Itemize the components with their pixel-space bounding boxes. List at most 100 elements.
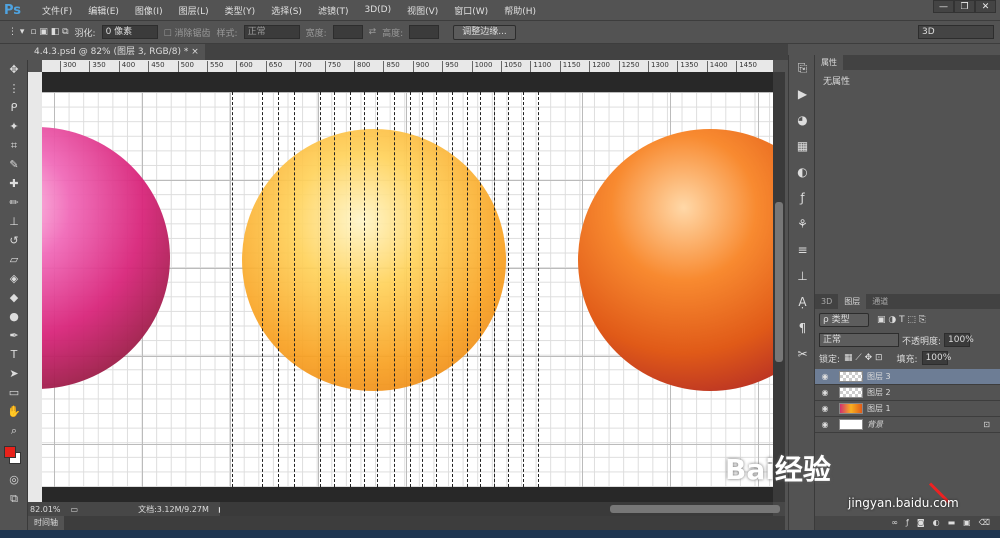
menu-type[interactable]: 类型(Y) — [217, 4, 264, 17]
new-layer-icon[interactable]: ▣ — [963, 516, 971, 530]
height-input[interactable] — [409, 25, 440, 39]
vertical-scroll-thumb[interactable] — [775, 202, 783, 362]
eye-icon[interactable]: ◉ — [815, 404, 835, 413]
foreground-color-swatch[interactable] — [4, 446, 16, 458]
guide-line[interactable] — [436, 92, 437, 487]
stamp-tool-icon[interactable]: ⊥ — [0, 212, 28, 231]
magic-wand-icon[interactable]: ✦ — [0, 117, 28, 136]
actions-icon[interactable]: ▶ — [789, 81, 816, 107]
brush-icon[interactable]: ⚘ — [789, 211, 816, 237]
trash-icon[interactable]: ⌫ — [979, 516, 990, 530]
selection-mode-icons[interactable]: ▫ ▣ ◧ ⧉ — [30, 27, 68, 37]
brush-presets-icon[interactable]: ≡ — [789, 237, 816, 263]
guide-line[interactable] — [467, 92, 468, 487]
timeline-tab[interactable]: 时间轴 — [28, 516, 64, 530]
guide-line[interactable] — [232, 92, 233, 487]
adjustments-icon[interactable]: ◐ — [789, 159, 816, 185]
width-input[interactable] — [332, 25, 363, 39]
document-canvas[interactable] — [42, 92, 773, 487]
menu-help[interactable]: 帮助(H) — [496, 4, 544, 17]
filter-icons[interactable]: ▣ ◑ T ⬚ ⎘ — [877, 315, 926, 325]
guide-line[interactable] — [394, 92, 395, 487]
menu-file[interactable]: 文件(F) — [34, 4, 80, 17]
marquee-tool-icon[interactable]: ⋮ ▾ — [8, 27, 24, 37]
guide-line[interactable] — [523, 92, 524, 487]
refine-edge-button[interactable]: 调整边缘... — [453, 24, 516, 40]
mask-icon[interactable]: ◙ — [917, 516, 925, 530]
dodge-tool-icon[interactable]: ● — [0, 307, 28, 326]
healing-brush-icon[interactable]: ✚ — [0, 174, 28, 193]
menu-image[interactable]: 图像(I) — [127, 4, 171, 17]
move-tool-icon[interactable]: ✥ — [0, 60, 28, 79]
menu-window[interactable]: 窗口(W) — [446, 4, 496, 17]
marquee-tool-icon[interactable]: ⋮ — [0, 79, 28, 98]
guide-line[interactable] — [364, 92, 365, 487]
tab-layers[interactable]: 图层 — [838, 294, 867, 309]
clone-source-icon[interactable]: ⊥ — [789, 263, 816, 289]
menu-filter[interactable]: 滤镜(T) — [310, 4, 357, 17]
lock-icons[interactable]: ▦ ⟋ ✥ ⊡ — [844, 353, 882, 363]
guide-line[interactable] — [422, 92, 423, 487]
blend-mode-select[interactable]: 正常 — [819, 333, 899, 347]
guide-line[interactable] — [320, 92, 321, 487]
canvas-area[interactable] — [42, 72, 773, 502]
zoom-tool-icon[interactable]: ⌕ — [0, 421, 28, 440]
brush-tool-icon[interactable]: ✏ — [0, 193, 28, 212]
menu-select[interactable]: 选择(S) — [263, 4, 310, 17]
document-tab[interactable]: 4.4.3.psd @ 82% (图层 3, RGB/8) * × — [28, 44, 205, 60]
styles-icon[interactable]: ƒ — [789, 185, 816, 211]
eyedropper-icon[interactable]: ✎ — [0, 155, 28, 174]
guide-line[interactable] — [262, 92, 263, 487]
horizontal-scroll-thumb[interactable] — [610, 505, 780, 513]
guide-line[interactable] — [334, 92, 335, 487]
minimize-button[interactable]: — — [933, 0, 954, 13]
horizontal-scrollbar[interactable] — [220, 502, 780, 516]
fx-icon[interactable]: ƒ — [906, 516, 909, 530]
guide-line[interactable] — [508, 92, 509, 487]
guide-line[interactable] — [350, 92, 351, 487]
swap-icon[interactable]: ⇄ — [369, 27, 377, 37]
color-swatches[interactable] — [0, 440, 28, 470]
layer-row[interactable]: ◉ 图层 3 — [815, 369, 1000, 385]
status-options-icon[interactable]: ▭ — [71, 505, 79, 514]
character-icon[interactable]: Ạ — [789, 289, 816, 315]
antialias-checkbox[interactable]: ☐ 消除锯齿 — [164, 26, 211, 39]
menu-3d[interactable]: 3D(D) — [356, 5, 399, 15]
tab-3d[interactable]: 3D — [815, 294, 838, 309]
restore-button[interactable]: ❐ — [954, 0, 975, 13]
swatches-icon[interactable]: ▦ — [789, 133, 816, 159]
history-icon[interactable]: ⎘ — [789, 55, 816, 81]
menu-view[interactable]: 视图(V) — [399, 4, 446, 17]
path-select-icon[interactable]: ➤ — [0, 364, 28, 383]
guide-line[interactable] — [452, 92, 453, 487]
type-tool-icon[interactable]: T — [0, 345, 28, 364]
workspace-select[interactable]: 3D — [918, 25, 994, 39]
guide-line[interactable] — [410, 92, 411, 487]
group-icon[interactable]: ▬ — [948, 516, 956, 530]
layer-row[interactable]: ◉ 图层 2 — [815, 385, 1000, 401]
history-brush-icon[interactable]: ↺ — [0, 231, 28, 250]
eye-icon[interactable]: ◉ — [815, 372, 835, 381]
link-icon[interactable]: ∞ — [891, 516, 898, 530]
shape-tool-icon[interactable]: ▭ — [0, 383, 28, 402]
tab-close-icon[interactable]: × — [191, 47, 199, 57]
close-button[interactable]: ✕ — [975, 0, 996, 13]
eye-icon[interactable]: ◉ — [815, 420, 835, 429]
guide-line[interactable] — [538, 92, 539, 487]
hand-tool-icon[interactable]: ✋ — [0, 402, 28, 421]
fill-input[interactable]: 100% — [921, 351, 951, 365]
menu-layer[interactable]: 图层(L) — [171, 4, 217, 17]
guide-line[interactable] — [294, 92, 295, 487]
layer-row[interactable]: ◉ 图层 1 — [815, 401, 1000, 417]
opacity-input[interactable]: 100% — [944, 333, 974, 347]
feather-input[interactable]: 0 像素 — [101, 25, 158, 39]
tab-channels[interactable]: 通道 — [866, 294, 894, 309]
eye-icon[interactable]: ◉ — [815, 388, 835, 397]
eraser-icon[interactable]: ▱ — [0, 250, 28, 269]
bucket-icon[interactable]: ◈ — [0, 269, 28, 288]
vertical-scrollbar[interactable] — [773, 72, 785, 502]
filter-type-select[interactable]: ρ 类型 — [819, 313, 869, 327]
lasso-tool-icon[interactable]: ᑭ — [0, 98, 28, 117]
guide-line[interactable] — [278, 92, 279, 487]
tool-presets-icon[interactable]: ✂ — [789, 341, 816, 367]
